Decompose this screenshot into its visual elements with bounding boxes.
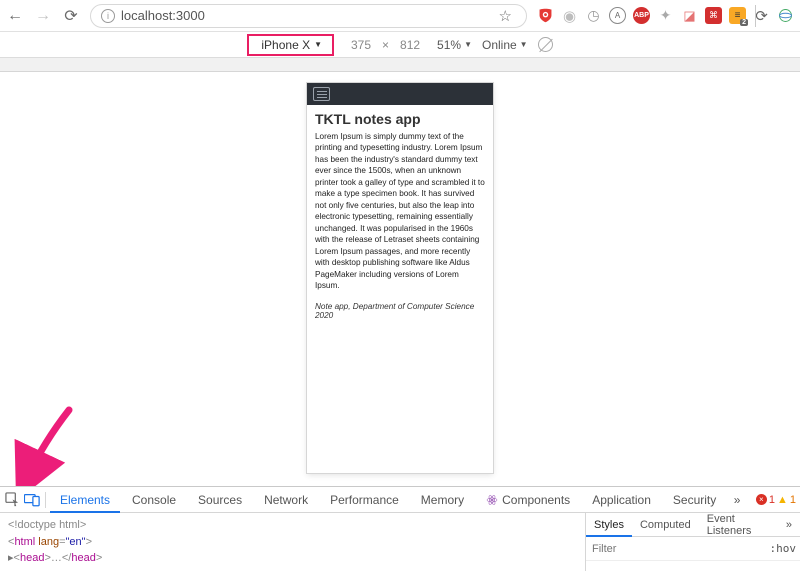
ext-yellow-icon[interactable]: ≡2 bbox=[729, 7, 746, 24]
styles-filter-row: :hov bbox=[586, 537, 800, 561]
tab-performance[interactable]: Performance bbox=[320, 487, 409, 513]
browser-toolbar: ← → ⟳ i localhost:3000 ☆ ◉ ◷ A ABP ✦ ◪ ⌘… bbox=[0, 0, 800, 32]
ext-globe-icon[interactable] bbox=[777, 7, 794, 24]
caret-down-icon: ▼ bbox=[314, 40, 322, 49]
tab-application[interactable]: Application bbox=[582, 487, 661, 513]
tab-components[interactable]: Components bbox=[476, 487, 580, 513]
tab-security[interactable]: Security bbox=[663, 487, 726, 513]
throttle-select[interactable]: Online ▼ bbox=[482, 38, 528, 52]
device-toggle-icon[interactable] bbox=[24, 493, 42, 507]
app-navbar bbox=[307, 83, 493, 105]
rotate-icon[interactable] bbox=[538, 37, 553, 52]
devtools-body: <!doctype html> <html lang="en"> ▸<head>… bbox=[0, 513, 800, 571]
back-icon[interactable]: ← bbox=[6, 7, 24, 25]
ext-red-icon[interactable]: ⌘ bbox=[705, 7, 722, 24]
tab-elements[interactable]: Elements bbox=[50, 487, 120, 513]
device-name: iPhone X bbox=[261, 38, 310, 52]
width-input[interactable]: 375 bbox=[344, 38, 378, 52]
adblock-icon[interactable]: ABP bbox=[633, 7, 650, 24]
reload-icon[interactable]: ⟳ bbox=[62, 6, 80, 26]
app-body: TKTL notes app Lorem Ipsum is simply dum… bbox=[307, 105, 493, 326]
source-head-line: ▸<head>…</head> bbox=[8, 550, 577, 567]
device-frame: TKTL notes app Lorem Ipsum is simply dum… bbox=[307, 83, 493, 473]
times-label: × bbox=[382, 38, 389, 52]
styles-tabs: Styles Computed Event Listeners » bbox=[586, 513, 800, 537]
ext-misc2-icon[interactable]: ◪ bbox=[681, 7, 698, 24]
ext-fingerprint-icon[interactable]: ◉ bbox=[561, 7, 578, 24]
device-select[interactable]: iPhone X ▼ bbox=[247, 34, 334, 56]
tab-styles[interactable]: Styles bbox=[586, 513, 632, 537]
page-title: TKTL notes app bbox=[315, 111, 485, 127]
url-text: localhost:3000 bbox=[121, 8, 205, 23]
caret-down-icon: ▼ bbox=[520, 40, 528, 49]
devtools-tabs: Elements Console Sources Network Perform… bbox=[0, 487, 800, 513]
menu-icon[interactable] bbox=[313, 87, 330, 101]
forward-icon[interactable]: → bbox=[34, 7, 52, 25]
ext-misc1-icon[interactable]: ✦ bbox=[657, 7, 674, 24]
tab-listeners[interactable]: Event Listeners bbox=[699, 513, 778, 537]
ext-a-icon[interactable]: A bbox=[609, 7, 626, 24]
more-side-tabs-icon[interactable]: » bbox=[778, 513, 800, 537]
zoom-select[interactable]: 51% ▼ bbox=[437, 38, 472, 52]
warning-count[interactable]: ▲1 bbox=[777, 494, 796, 506]
ublock-icon[interactable] bbox=[537, 7, 554, 24]
bookmark-star-icon[interactable]: ☆ bbox=[499, 7, 512, 25]
page-footer: Note app, Department of Computer Science… bbox=[315, 302, 485, 320]
ext-clock-icon[interactable]: ◷ bbox=[585, 7, 602, 24]
devtools: Elements Console Sources Network Perform… bbox=[0, 486, 800, 571]
tab-sources[interactable]: Sources bbox=[188, 487, 252, 513]
network-value: Online bbox=[482, 38, 517, 52]
height-input[interactable]: 812 bbox=[393, 38, 427, 52]
info-icon[interactable]: i bbox=[101, 9, 115, 23]
ruler bbox=[0, 58, 800, 72]
device-toolbar: iPhone X ▼ 375 × 812 51% ▼ Online ▼ bbox=[0, 32, 800, 58]
tab-console[interactable]: Console bbox=[122, 487, 186, 513]
elements-tree[interactable]: <!doctype html> <html lang="en"> ▸<head>… bbox=[0, 513, 585, 571]
page-paragraph: Lorem Ipsum is simply dummy text of the … bbox=[315, 131, 485, 292]
styles-panel: Styles Computed Event Listeners » :hov bbox=[585, 513, 800, 571]
inspect-element-icon[interactable] bbox=[4, 492, 22, 507]
error-count[interactable]: ×1 bbox=[756, 494, 775, 506]
tab-network[interactable]: Network bbox=[254, 487, 318, 513]
zoom-value: 51% bbox=[437, 38, 461, 52]
emulated-viewport: TKTL notes app Lorem Ipsum is simply dum… bbox=[0, 72, 800, 486]
styles-filter-input[interactable] bbox=[586, 543, 686, 555]
tab-memory[interactable]: Memory bbox=[411, 487, 474, 513]
hov-toggle[interactable]: :hov bbox=[766, 542, 800, 555]
source-doctype: <!doctype html> bbox=[8, 517, 577, 534]
address-bar[interactable]: i localhost:3000 ☆ bbox=[90, 4, 527, 28]
tab-computed[interactable]: Computed bbox=[632, 513, 699, 537]
more-tabs-icon[interactable]: » bbox=[728, 493, 746, 507]
dimensions: 375 × 812 bbox=[344, 38, 427, 52]
source-html-line: <html lang="en"> bbox=[8, 534, 577, 551]
caret-down-icon: ▼ bbox=[464, 40, 472, 49]
